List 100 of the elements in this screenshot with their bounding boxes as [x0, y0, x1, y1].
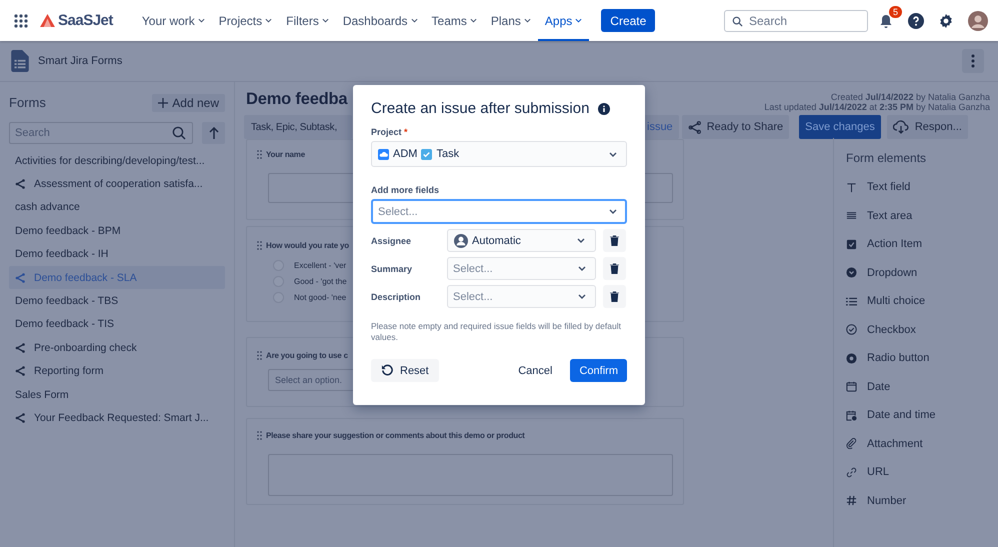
form-element-item[interactable]: URL	[867, 466, 890, 478]
form-title: Demo feedba	[246, 90, 348, 109]
chevron-down-icon	[578, 294, 586, 299]
cancel-button[interactable]: Cancel	[508, 359, 562, 382]
plus-icon	[158, 98, 168, 108]
field-select[interactable]: Select...	[447, 257, 596, 280]
form-element-item[interactable]: Multi choice	[867, 295, 926, 308]
form-list-item[interactable]: Reporting form	[9, 360, 225, 383]
form-element-item[interactable]: Text field	[867, 181, 910, 194]
form-element-item[interactable]: Radio button	[867, 352, 930, 364]
form-element-item[interactable]: Text area	[867, 210, 912, 222]
chevron-down-icon	[575, 18, 582, 23]
task-icon	[421, 148, 432, 160]
add-new-button[interactable]: Add new	[152, 94, 225, 112]
radio-icon	[846, 352, 857, 364]
cloud-download-icon	[892, 120, 909, 134]
form-list-item[interactable]: Assessment of cooperation satisfa...	[9, 172, 225, 196]
required-mark: *	[404, 127, 408, 137]
form-list-item[interactable]: Your Feedback Requested: Smart J...	[9, 406, 225, 430]
form-list-item[interactable]: Demo feedback - TBS	[9, 289, 225, 313]
nav-menu[interactable]: Plans	[484, 0, 538, 41]
avatar[interactable]	[968, 10, 988, 30]
nav-menu[interactable]: Your work	[134, 0, 212, 41]
form-list-item[interactable]: Demo feedback - IH	[9, 242, 225, 266]
notification-count: 5	[888, 4, 903, 18]
user-avatar-icon	[454, 234, 468, 248]
calendar-icon	[846, 381, 857, 392]
reset-icon	[381, 364, 394, 378]
dialog-title: Create an issue after submission	[371, 100, 590, 117]
chevron-down-icon	[609, 209, 617, 214]
field-label: Project	[371, 127, 402, 137]
chevron-down-icon	[322, 18, 329, 23]
create-button[interactable]: Create	[601, 9, 656, 32]
form-list-item[interactable]: Activities for describing/developing/test...	[9, 149, 225, 172]
chevron-down-icon	[609, 152, 617, 156]
issue-types-button[interactable]: Task, Epic, Subtask,	[244, 115, 352, 139]
form-element-item[interactable]: Dropdown	[867, 266, 918, 279]
form-element-item[interactable]: Attachment	[867, 438, 923, 450]
save-changes-button[interactable]: Save changes	[799, 115, 881, 139]
link-icon	[846, 466, 857, 478]
search-field[interactable]: Search	[9, 122, 193, 144]
ready-to-share-button[interactable]: Ready to Share	[682, 115, 790, 139]
field-label: Summary	[371, 264, 414, 274]
form-meta-text: Created Jul/14/2022 by Natalia Ganzha	[830, 93, 990, 103]
chevron-down-icon	[524, 18, 531, 23]
form-list-item[interactable]: Demo feedback - TIS	[9, 312, 225, 336]
delete-button[interactable]	[603, 285, 626, 308]
info-icon[interactable]	[598, 102, 610, 114]
search-field[interactable]: Search	[724, 10, 868, 32]
project-select[interactable]: ADM Task	[371, 141, 627, 167]
checkbox-icon	[846, 238, 857, 250]
app-title: Smart Jira Forms	[38, 55, 122, 67]
notification-icon[interactable]	[878, 12, 894, 28]
field-select[interactable]: Automatic	[447, 229, 596, 252]
nav-menu[interactable]: Filters	[279, 0, 336, 41]
form-list-item[interactable]: Demo feedback - BPM	[9, 219, 225, 243]
lines-icon	[846, 210, 857, 222]
settings-icon[interactable]	[938, 12, 954, 28]
nav-menu[interactable]: Teams	[424, 0, 484, 41]
form-element-item[interactable]: Checkbox	[867, 324, 916, 336]
chevron-down-icon	[577, 238, 585, 243]
responses-button[interactable]: Respon...	[886, 115, 968, 139]
option-label: Not good- 'nee	[294, 293, 346, 302]
logo-text[interactable]: SaaSJet	[58, 12, 113, 29]
form-element-item[interactable]: Date	[867, 380, 890, 393]
form-element-item[interactable]: Action Item	[867, 238, 922, 250]
field-select[interactable]: Select...	[447, 285, 596, 308]
panel-title: Form elements	[846, 151, 928, 165]
nav-menu[interactable]: Projects	[212, 0, 280, 41]
share-icon	[688, 120, 701, 134]
more-menu-button[interactable]	[962, 49, 984, 73]
drag-handle-icon[interactable]	[257, 351, 262, 360]
drag-handle-icon[interactable]	[257, 431, 262, 440]
form-element-item[interactable]: Date and time	[867, 409, 936, 422]
drag-handle-icon[interactable]	[257, 241, 262, 250]
form-list-item[interactable]: Sales Form	[9, 382, 225, 406]
option-label: Excellent - 'ver	[294, 261, 346, 270]
form-element-item[interactable]: Number	[867, 494, 906, 507]
nav-menu[interactable]: Dashboards	[336, 0, 425, 41]
paperclip-icon	[846, 438, 857, 450]
form-list-item[interactable]: cash advance	[9, 196, 225, 220]
add-fields-select[interactable]: Select...	[371, 199, 627, 224]
sort-button[interactable]	[202, 122, 225, 144]
form-list-item[interactable]: Pre-onboarding check	[9, 336, 225, 360]
dialog-note: Please note empty and required issue fields will be filled by default values.	[371, 321, 622, 344]
reset-button[interactable]: Reset	[371, 359, 439, 382]
delete-button[interactable]	[603, 229, 626, 252]
field-label: Assignee	[371, 236, 412, 246]
form-doc-icon	[11, 50, 29, 72]
calendar-clock-icon	[846, 410, 857, 421]
question-label: Are you going to use c	[266, 351, 348, 360]
hash-icon	[846, 495, 857, 506]
app-grid-icon[interactable]	[14, 14, 28, 28]
list-icon	[846, 296, 857, 307]
help-icon[interactable]	[908, 12, 924, 28]
confirm-button[interactable]: Confirm	[570, 359, 627, 382]
nav-menu[interactable]: Apps	[538, 0, 590, 41]
option-label: Good - 'got the	[294, 277, 347, 286]
delete-button[interactable]	[603, 257, 626, 280]
drag-handle-icon[interactable]	[257, 150, 262, 159]
